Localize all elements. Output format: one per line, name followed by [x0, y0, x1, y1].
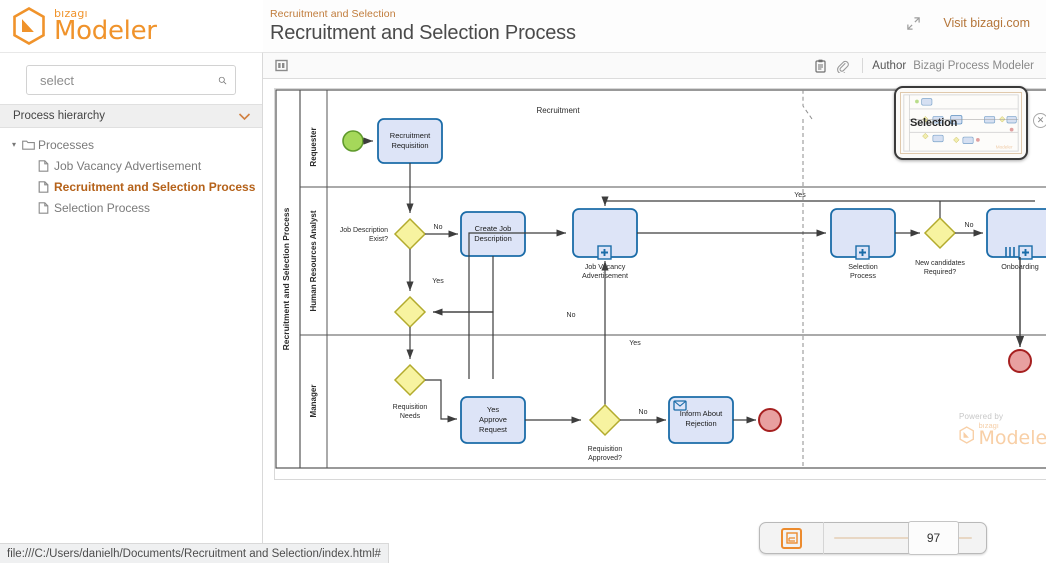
chevron-down-icon[interactable]	[238, 112, 251, 121]
toolbar-divider	[862, 58, 864, 73]
paperclip-icon[interactable]	[831, 53, 853, 78]
tree-item-label: Selection Process	[54, 200, 151, 215]
powered-brand-name: Modeler	[978, 427, 1046, 449]
task-label-line3: Request	[479, 425, 508, 434]
diagram-toolbar: Author Bizagi Process Modeler	[263, 52, 1046, 79]
file-icon	[38, 159, 54, 172]
gateway-label-line1: Requisition	[588, 446, 623, 453]
flow-label-no-3: No	[965, 222, 974, 229]
brand-name: Modeler	[54, 16, 157, 46]
flow-label-yes-1: Yes	[432, 278, 444, 285]
expand-caret-icon[interactable]: ▾	[12, 140, 22, 149]
zoom-control[interactable]: 97	[759, 521, 987, 555]
diagram-canvas[interactable]: Recruitment and Selection Process Reques…	[263, 79, 1046, 563]
task-label-line1: Inform About	[680, 409, 723, 418]
status-bar-url: file:///C:/Users/danielh/Documents/Recru…	[7, 547, 381, 560]
task-label-line1: Yes	[487, 405, 499, 414]
gateway-label-line2: Needs	[400, 413, 421, 420]
task-label-line2: Rejection	[685, 419, 716, 428]
bizagi-hexagon-icon-faded	[959, 426, 974, 444]
brand-logo[interactable]: bızagı Modeler	[0, 0, 263, 52]
start-event[interactable]	[342, 130, 364, 152]
bizagi-hexagon-icon	[13, 7, 45, 45]
tree-item-label: Processes	[38, 137, 95, 152]
svg-text:Modeler: Modeler	[996, 144, 1013, 149]
gateway-label-line1: New candidates	[915, 260, 965, 267]
process-tree: ▾ Processes Job Vacancy Advertisement Re…	[0, 128, 262, 218]
search-input[interactable]	[38, 71, 218, 89]
document-icon[interactable]	[809, 53, 831, 78]
gateway-label-line1: Job Description	[340, 227, 388, 234]
powered-by-text: Powered by	[959, 411, 1004, 421]
gateway-merge-1[interactable]	[393, 295, 427, 329]
task-label-line2: Description	[474, 234, 512, 243]
node-label-line2: Process	[850, 271, 876, 280]
pool-label: Recruitment and Selection Process	[281, 207, 291, 350]
tree-item-processes[interactable]: ▾ Processes	[0, 134, 262, 155]
gateway-label-line2: Exist?	[369, 236, 388, 243]
process-hierarchy-label: Process hierarchy	[13, 110, 106, 122]
zoom-slider-thumb[interactable]: 97	[908, 521, 959, 555]
app-root: bızagı Modeler Recruitment and Selection…	[0, 0, 1046, 563]
process-hierarchy-header[interactable]: Process hierarchy	[0, 104, 262, 128]
minimap-inner[interactable]: Modeler Selection	[900, 92, 1022, 154]
task-label-line1: Create Job	[475, 224, 512, 233]
breadcrumb[interactable]: Recruitment and Selection	[270, 8, 906, 20]
sidebar: Process hierarchy ▾ Processes	[0, 52, 263, 563]
phase-divider-top	[802, 90, 813, 120]
lane-label-hr-analyst: Human Resources Analyst	[309, 210, 318, 311]
end-event-onboarding[interactable]	[1008, 349, 1032, 373]
visit-bizagi-link[interactable]: Visit bizagi.com	[943, 16, 1030, 30]
tree-item-job-vacancy-advertisement[interactable]: Job Vacancy Advertisement	[0, 155, 262, 176]
app-header: bızagı Modeler Recruitment and Selection…	[0, 0, 1046, 52]
gateway-label-line2: Approved?	[588, 455, 622, 462]
powered-by-badge: Powered by bızagı Modeler	[959, 412, 1046, 449]
gateway-job-description-exist[interactable]	[393, 217, 427, 251]
author-value: Bizagi Process Modeler	[913, 59, 1034, 72]
gateway-requisition-needs[interactable]	[393, 363, 427, 397]
tree-item-label: Job Vacancy Advertisement	[54, 158, 202, 173]
task-onboarding[interactable]	[986, 208, 1046, 258]
panel-toggle-icon[interactable]	[270, 59, 292, 72]
search-wrap	[0, 53, 262, 104]
header-right: Visit bizagi.com	[906, 0, 1046, 49]
node-label-line1: Selection	[848, 262, 878, 271]
status-bar: file:///C:/Users/danielh/Documents/Recru…	[0, 543, 389, 563]
tree-item-label: Recruitment and Selection Process	[54, 179, 256, 194]
gateway-new-candidates-required[interactable]	[923, 216, 957, 250]
task-label-line2: Requisition	[391, 141, 428, 150]
file-icon	[38, 201, 54, 214]
gateway-requisition-approved[interactable]	[588, 403, 622, 437]
task-label-line1: Recruitment	[390, 131, 431, 140]
tree-item-selection-process[interactable]: Selection Process	[0, 197, 262, 218]
toolbar-left	[263, 59, 292, 72]
title-zone: Recruitment and Selection Recruitment an…	[263, 8, 906, 45]
toolbar-right: Author Bizagi Process Modeler	[809, 53, 1046, 78]
search-box[interactable]	[26, 65, 236, 95]
close-icon[interactable]: ✕	[1033, 113, 1046, 128]
author-label: Author	[872, 59, 907, 72]
search-icon[interactable]	[218, 73, 227, 88]
flow-label-no-4: No	[639, 409, 648, 416]
phase-label-recruitment: Recruitment	[536, 106, 580, 115]
zoom-slider[interactable]: 97	[824, 521, 986, 555]
flow-label-yes-2: Yes	[629, 340, 641, 347]
lane-label-manager: Manager	[309, 385, 318, 418]
lane-label-requester: Requester	[309, 127, 318, 166]
minimap-label: Selection	[910, 117, 958, 129]
flow-label-no-1: No	[434, 224, 443, 231]
gateway-label-line1: Requisition	[393, 404, 428, 411]
minimap[interactable]: Modeler Selection ✕	[894, 86, 1046, 160]
file-icon	[38, 180, 54, 193]
task-label-line2: Approve	[479, 415, 507, 424]
page-title: Recruitment and Selection Process	[270, 21, 576, 44]
gateway-label-line2: Required?	[924, 269, 956, 276]
fullscreen-icon[interactable]	[906, 16, 921, 31]
folder-icon	[22, 139, 38, 150]
tree-item-recruitment-and-selection-process[interactable]: Recruitment and Selection Process	[0, 176, 262, 197]
end-event-rejection[interactable]	[758, 408, 782, 432]
flow-label-no-2: No	[567, 312, 576, 319]
flow-label-yes-3: Yes	[794, 192, 806, 199]
fit-to-screen-icon[interactable]	[781, 527, 802, 549]
